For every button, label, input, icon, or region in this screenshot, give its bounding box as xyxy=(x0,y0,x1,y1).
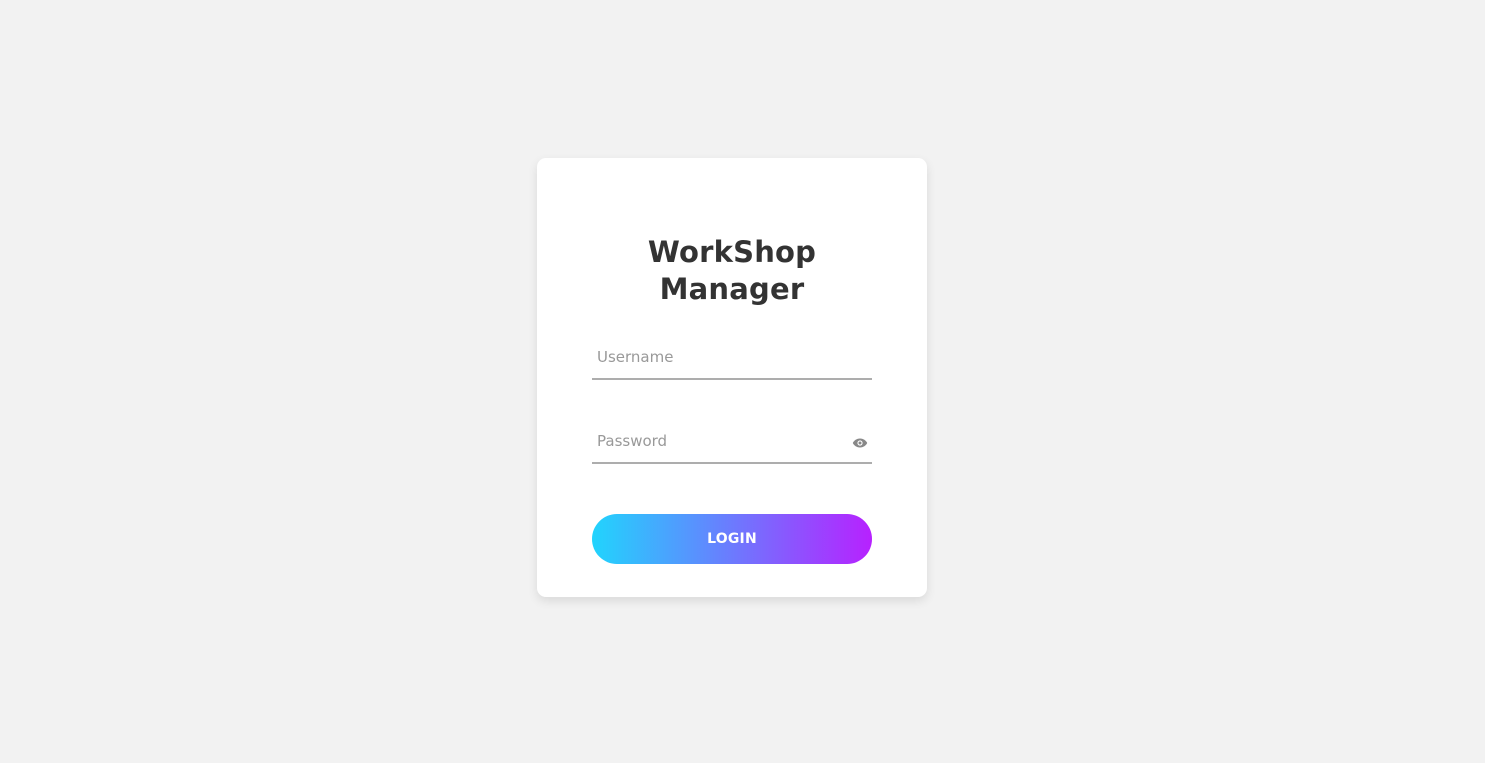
password-field xyxy=(592,420,872,464)
login-button[interactable]: LOGIN xyxy=(592,514,872,564)
app-title: WorkShop Manager xyxy=(647,235,817,306)
username-field xyxy=(592,336,872,380)
login-page: WorkShop Manager LOGIN xyxy=(0,0,1485,763)
password-input[interactable] xyxy=(592,420,872,462)
login-card: WorkShop Manager LOGIN xyxy=(537,158,927,597)
eye-icon[interactable] xyxy=(852,434,868,448)
username-input[interactable] xyxy=(592,336,872,378)
